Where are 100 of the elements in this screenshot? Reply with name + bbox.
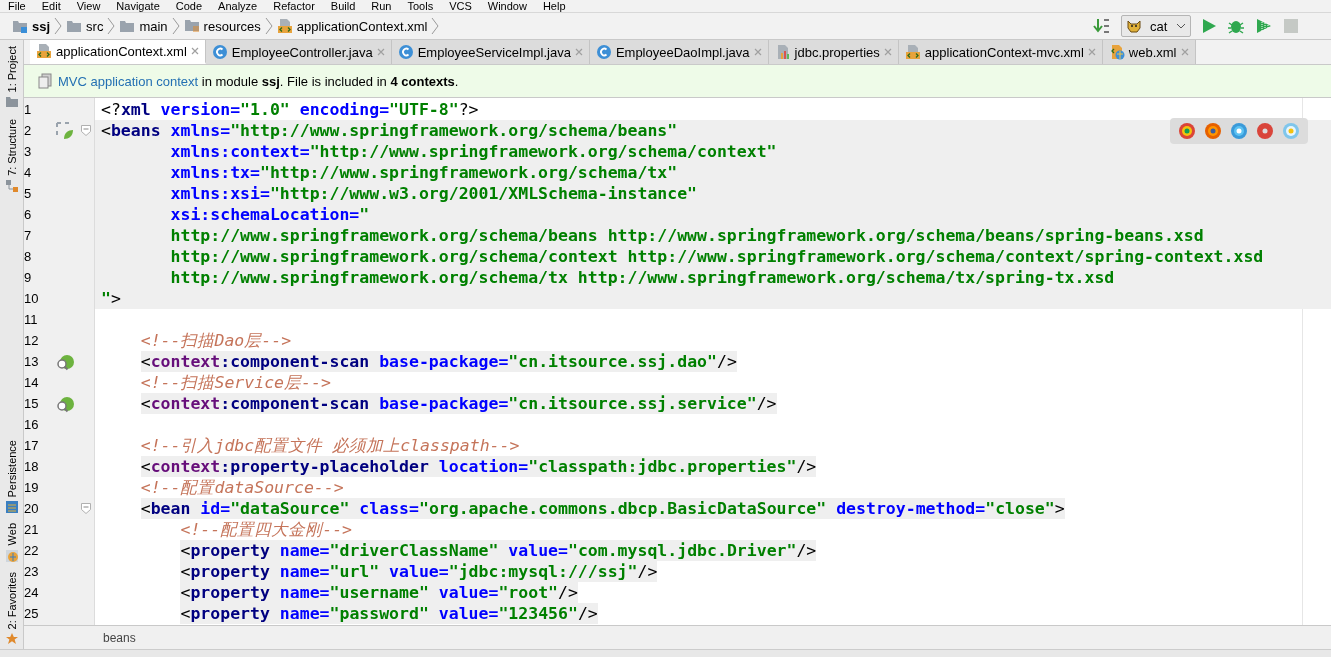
class-icon xyxy=(595,44,612,60)
menu-item[interactable]: Navigate xyxy=(116,0,160,12)
xml-file-icon xyxy=(36,43,52,59)
sort-icon[interactable] xyxy=(1093,17,1111,35)
line-number: 18 xyxy=(24,459,40,474)
line-number: 13 xyxy=(24,354,40,369)
context-link[interactable]: MVC application context xyxy=(58,73,199,89)
chevron-icon xyxy=(431,17,440,35)
line-number: 25 xyxy=(24,606,40,621)
database-icon xyxy=(5,501,18,514)
code-line: <?xml version="1.0" encoding="UTF-8"?> xyxy=(101,99,479,120)
component-scan-icon xyxy=(56,394,74,413)
folder-icon xyxy=(66,19,83,33)
menu-item[interactable]: Edit xyxy=(41,0,61,12)
editor-tab[interactable]: web.xml xyxy=(1102,40,1196,64)
line-number: 10 xyxy=(24,291,40,306)
caret-icon xyxy=(1176,23,1186,29)
class-icon xyxy=(211,44,228,60)
chevron-icon xyxy=(171,17,180,35)
breadcrumb-item[interactable]: resources xyxy=(183,18,261,34)
line-number: 17 xyxy=(24,438,40,453)
close-icon[interactable] xyxy=(190,47,199,55)
line-number: 22 xyxy=(24,543,40,558)
close-icon[interactable] xyxy=(376,48,385,56)
coverage-icon[interactable] xyxy=(1255,17,1273,35)
line-number: 6 xyxy=(24,207,33,222)
chevron-icon xyxy=(107,17,116,35)
run-configuration-dropdown[interactable]: cat xyxy=(1121,15,1191,37)
module-folder-icon xyxy=(12,19,28,33)
fold-marker-icon[interactable] xyxy=(81,125,91,136)
menu-item[interactable]: Refactor xyxy=(273,0,315,12)
close-icon[interactable] xyxy=(1180,48,1189,56)
line-number: 16 xyxy=(24,417,40,432)
tool-window-button[interactable]: Persistence xyxy=(5,439,18,514)
editor-tab[interactable]: EmployeeServiceImpl.java xyxy=(391,40,590,64)
code-line: <beans xmlns="http://www.springframework.org/schema/beans" xyxy=(101,120,678,141)
close-icon[interactable] xyxy=(753,48,762,56)
code-line: <!--引入jdbc配置文件 必须加上classpath--> xyxy=(139,435,520,456)
line-number: 11 xyxy=(24,312,39,327)
browser-icon[interactable] xyxy=(1230,122,1248,140)
line-number: 23 xyxy=(24,564,40,579)
menu-item[interactable]: File xyxy=(8,0,26,12)
line-number: 1 xyxy=(24,102,33,117)
menu-item[interactable]: View xyxy=(76,0,101,12)
xml-file-icon xyxy=(904,44,921,60)
menu-item[interactable]: Tools xyxy=(407,0,434,12)
class-icon xyxy=(397,44,414,60)
browser-icon[interactable] xyxy=(1256,122,1274,140)
code-line: <!--配置四大金刚--> xyxy=(179,519,353,540)
tool-window-button[interactable]: 1: Project xyxy=(5,46,18,108)
code-line: http://www.springframework.org/schema/context http://www.springframework.org/schema/context/spring-context.xsd xyxy=(169,246,1264,267)
run-icon[interactable] xyxy=(1201,18,1217,34)
code-line: <!--扫描Dao层--> xyxy=(139,330,292,351)
breadcrumb-item[interactable]: main xyxy=(119,18,168,34)
menu-item[interactable]: Window xyxy=(487,0,527,12)
line-number: 9 xyxy=(24,270,33,285)
menu-item[interactable]: Help xyxy=(542,0,566,12)
line-number: 5 xyxy=(24,186,33,201)
xml-file-icon xyxy=(276,18,293,34)
tool-window-button[interactable]: 7: Structure xyxy=(5,119,18,193)
line-number: 7 xyxy=(24,228,33,243)
breadcrumb-item[interactable]: applicationContext.xml xyxy=(276,18,428,34)
editor-tab[interactable]: EmployeeController.java xyxy=(205,40,392,64)
close-icon[interactable] xyxy=(883,48,892,56)
breadcrumb-item[interactable]: ssj xyxy=(12,18,51,34)
editor-tab[interactable]: jdbc.properties xyxy=(768,40,899,64)
menu-item[interactable]: Code xyxy=(175,0,203,12)
browser-icon[interactable] xyxy=(1204,122,1222,140)
chevron-icon xyxy=(54,17,63,35)
menu-item[interactable]: Run xyxy=(371,0,392,12)
fold-marker-icon[interactable] xyxy=(81,503,91,514)
cat-icon xyxy=(1126,18,1144,34)
close-icon[interactable] xyxy=(574,48,583,56)
line-number: 24 xyxy=(24,585,40,600)
code-line: http://www.springframework.org/schema/tx http://www.springframework.org/schema/tx/spring-tx.xsd xyxy=(169,267,1115,288)
editor-tab[interactable]: EmployeeDaoImpl.java xyxy=(589,40,769,64)
editor-tab[interactable]: applicationContext-mvc.xml xyxy=(898,40,1103,64)
code-line: <!--扫描Service层--> xyxy=(139,372,331,393)
component-scan-icon xyxy=(56,352,74,371)
code-line: "> xyxy=(101,288,121,309)
spring-bean-icon xyxy=(56,121,74,140)
tool-window-button[interactable]: 2: Favorites xyxy=(5,571,18,645)
globe-icon xyxy=(5,549,18,562)
line-number: 4 xyxy=(24,165,33,180)
editor-tab[interactable]: applicationContext.xml xyxy=(30,40,206,64)
contexts-icon xyxy=(38,73,52,89)
chevron-icon xyxy=(264,17,273,35)
line-number: 19 xyxy=(24,480,40,495)
breadcrumb-item[interactable]: beans xyxy=(103,630,136,645)
breadcrumb-item[interactable]: src xyxy=(66,18,104,34)
menu-item[interactable]: Analyze xyxy=(218,0,258,12)
line-number: 2 xyxy=(24,123,33,138)
browser-icon[interactable] xyxy=(1178,122,1196,140)
tool-window-button[interactable]: Web xyxy=(5,523,18,562)
code-line: xmlns:context="http://www.springframework.org/schema/context" xyxy=(169,141,777,162)
menu-item[interactable]: Build xyxy=(330,0,356,12)
line-number: 3 xyxy=(24,144,33,159)
close-icon[interactable] xyxy=(1087,48,1096,56)
menu-item[interactable]: VCS xyxy=(449,0,472,12)
stop-icon[interactable] xyxy=(1283,18,1299,34)
